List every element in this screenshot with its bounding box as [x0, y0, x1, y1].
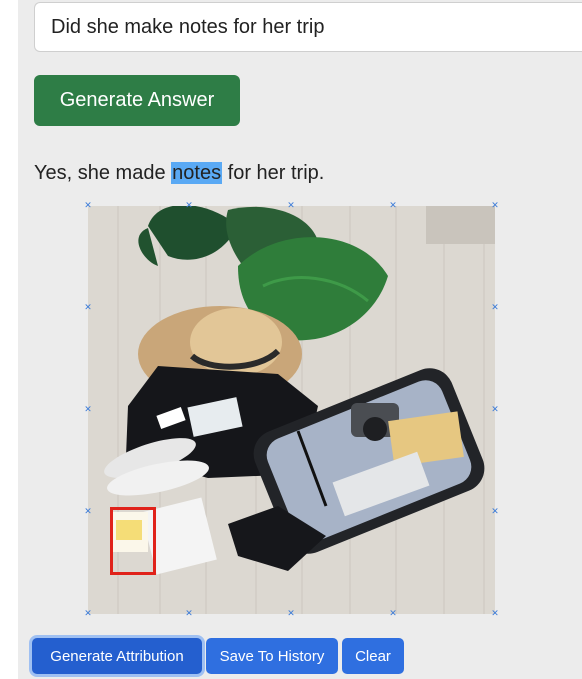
- clear-button[interactable]: Clear: [342, 638, 404, 674]
- cross-marker-icon: ✕: [84, 405, 92, 415]
- cross-marker-icon: ✕: [491, 609, 499, 619]
- cross-marker-icon: ✕: [84, 201, 92, 211]
- cross-marker-icon: ✕: [185, 201, 193, 211]
- cross-marker-icon: ✕: [389, 609, 397, 619]
- attribution-highlight-box: [110, 507, 156, 575]
- answer-highlight: notes: [171, 162, 223, 184]
- generate-answer-button[interactable]: Generate Answer: [34, 75, 240, 126]
- cross-marker-icon: ✕: [84, 507, 92, 517]
- cross-marker-icon: ✕: [287, 609, 295, 619]
- cross-marker-icon: ✕: [84, 303, 92, 313]
- cross-marker-icon: ✕: [287, 201, 295, 211]
- cross-marker-icon: ✕: [491, 507, 499, 517]
- cross-marker-icon: ✕: [491, 405, 499, 415]
- answer-text: Yes, she made notes for her trip.: [34, 159, 324, 187]
- save-to-history-button[interactable]: Save To History: [206, 638, 338, 674]
- generate-attribution-button[interactable]: Generate Attribution: [32, 638, 202, 674]
- cross-marker-icon: ✕: [491, 201, 499, 211]
- attribution-figure: ✕ ✕ ✕ ✕ ✕ ✕ ✕ ✕ ✕ ✕ ✕ ✕ ✕ ✕ ✕ ✕: [84, 202, 499, 619]
- answer-text-after: for her trip.: [222, 162, 325, 184]
- answer-text-before: Yes, she made: [34, 162, 172, 184]
- cross-marker-icon: ✕: [185, 609, 193, 619]
- cross-marker-icon: ✕: [84, 609, 92, 619]
- cross-marker-icon: ✕: [491, 303, 499, 313]
- qa-panel: Generate Answer Yes, she made notes for …: [18, 0, 582, 679]
- cross-marker-icon: ✕: [389, 201, 397, 211]
- question-input[interactable]: [34, 2, 582, 52]
